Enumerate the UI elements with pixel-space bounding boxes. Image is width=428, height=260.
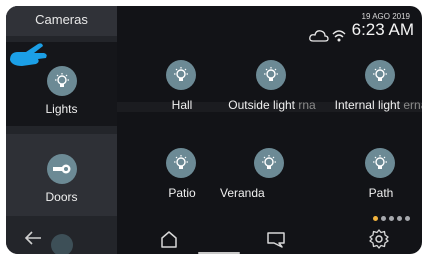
page-dot-1[interactable] [373,216,378,221]
bulb-icon [47,66,77,96]
tile-label: Veranda [220,186,265,200]
cloud-icon [309,30,346,42]
page-dot-3[interactable] [389,216,394,221]
bulb-icon [166,60,196,90]
tile-label: Internal light erna [334,98,422,112]
light-tile-outside[interactable]: Outside light rna [224,60,320,130]
status-icons [309,26,349,44]
page-dot-5[interactable] [405,216,410,221]
sidebar-item-cameras[interactable]: Cameras [6,6,117,36]
bulb-icon [365,60,395,90]
home-icon[interactable] [158,228,180,250]
intercom-icon[interactable] [51,234,73,254]
tile-label: Hall [171,98,193,112]
light-tile-internal[interactable]: Internal light erna [333,60,422,130]
bulb-icon [166,148,196,178]
bulb-icon [254,148,284,178]
arrow-left-icon[interactable] [24,230,42,250]
sidebar-item-doors-label: Doors [45,190,78,204]
tile-label: Outside light rna [228,98,316,112]
key-icon [47,154,77,184]
page-dot-2[interactable] [381,216,386,221]
sidebar-item-doors[interactable]: Doors [6,134,117,216]
gear-icon[interactable] [368,228,390,250]
light-tile-path[interactable]: Path [333,148,422,218]
tile-label: Path [368,186,394,200]
light-tile-hall[interactable]: Hall [134,60,230,130]
tile-label: Patio [168,186,196,200]
pagination-dots[interactable] [373,216,410,221]
bulb-icon [256,60,286,90]
sidebar-item-lights-label: Lights [45,102,78,116]
light-tile-veranda[interactable]: Veranda [220,148,318,218]
hand-pointer-icon [8,40,50,70]
chat-icon[interactable] [265,228,287,250]
home-indicator[interactable] [198,252,240,254]
status-time: 6:23 AM [351,20,414,39]
light-tile-patio[interactable]: Patio [134,148,230,218]
home-automation-screen: Cameras Lights Doors 19 AGO 2019 6:23 AM… [6,6,422,254]
sidebar-item-cameras-label: Cameras [35,12,88,27]
page-dot-4[interactable] [397,216,402,221]
bulb-icon [365,148,395,178]
